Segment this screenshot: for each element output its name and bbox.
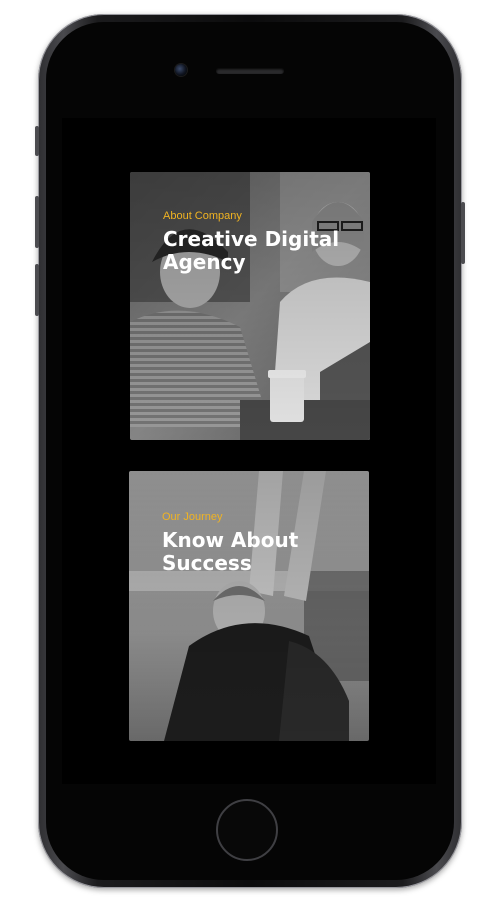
our-journey-card[interactable]: Our Journey Know About Success bbox=[129, 471, 369, 741]
home-button[interactable] bbox=[216, 799, 278, 861]
card-title[interactable]: Creative Digital Agency bbox=[163, 228, 353, 274]
front-camera-icon bbox=[175, 64, 187, 76]
volume-down-button bbox=[35, 264, 39, 316]
card-title[interactable]: Know About Success bbox=[162, 529, 352, 575]
card-subtitle: About Company bbox=[163, 210, 242, 222]
earpiece-speaker bbox=[216, 68, 284, 74]
mute-switch bbox=[35, 126, 39, 156]
about-company-card[interactable]: About Company Creative Digital Agency bbox=[130, 172, 370, 440]
power-button bbox=[461, 202, 465, 264]
card-subtitle: Our Journey bbox=[162, 511, 223, 523]
card-text: About Company Creative Digital Agency bbox=[163, 210, 353, 274]
card-text: Our Journey Know About Success bbox=[162, 511, 352, 575]
volume-up-button bbox=[35, 196, 39, 248]
